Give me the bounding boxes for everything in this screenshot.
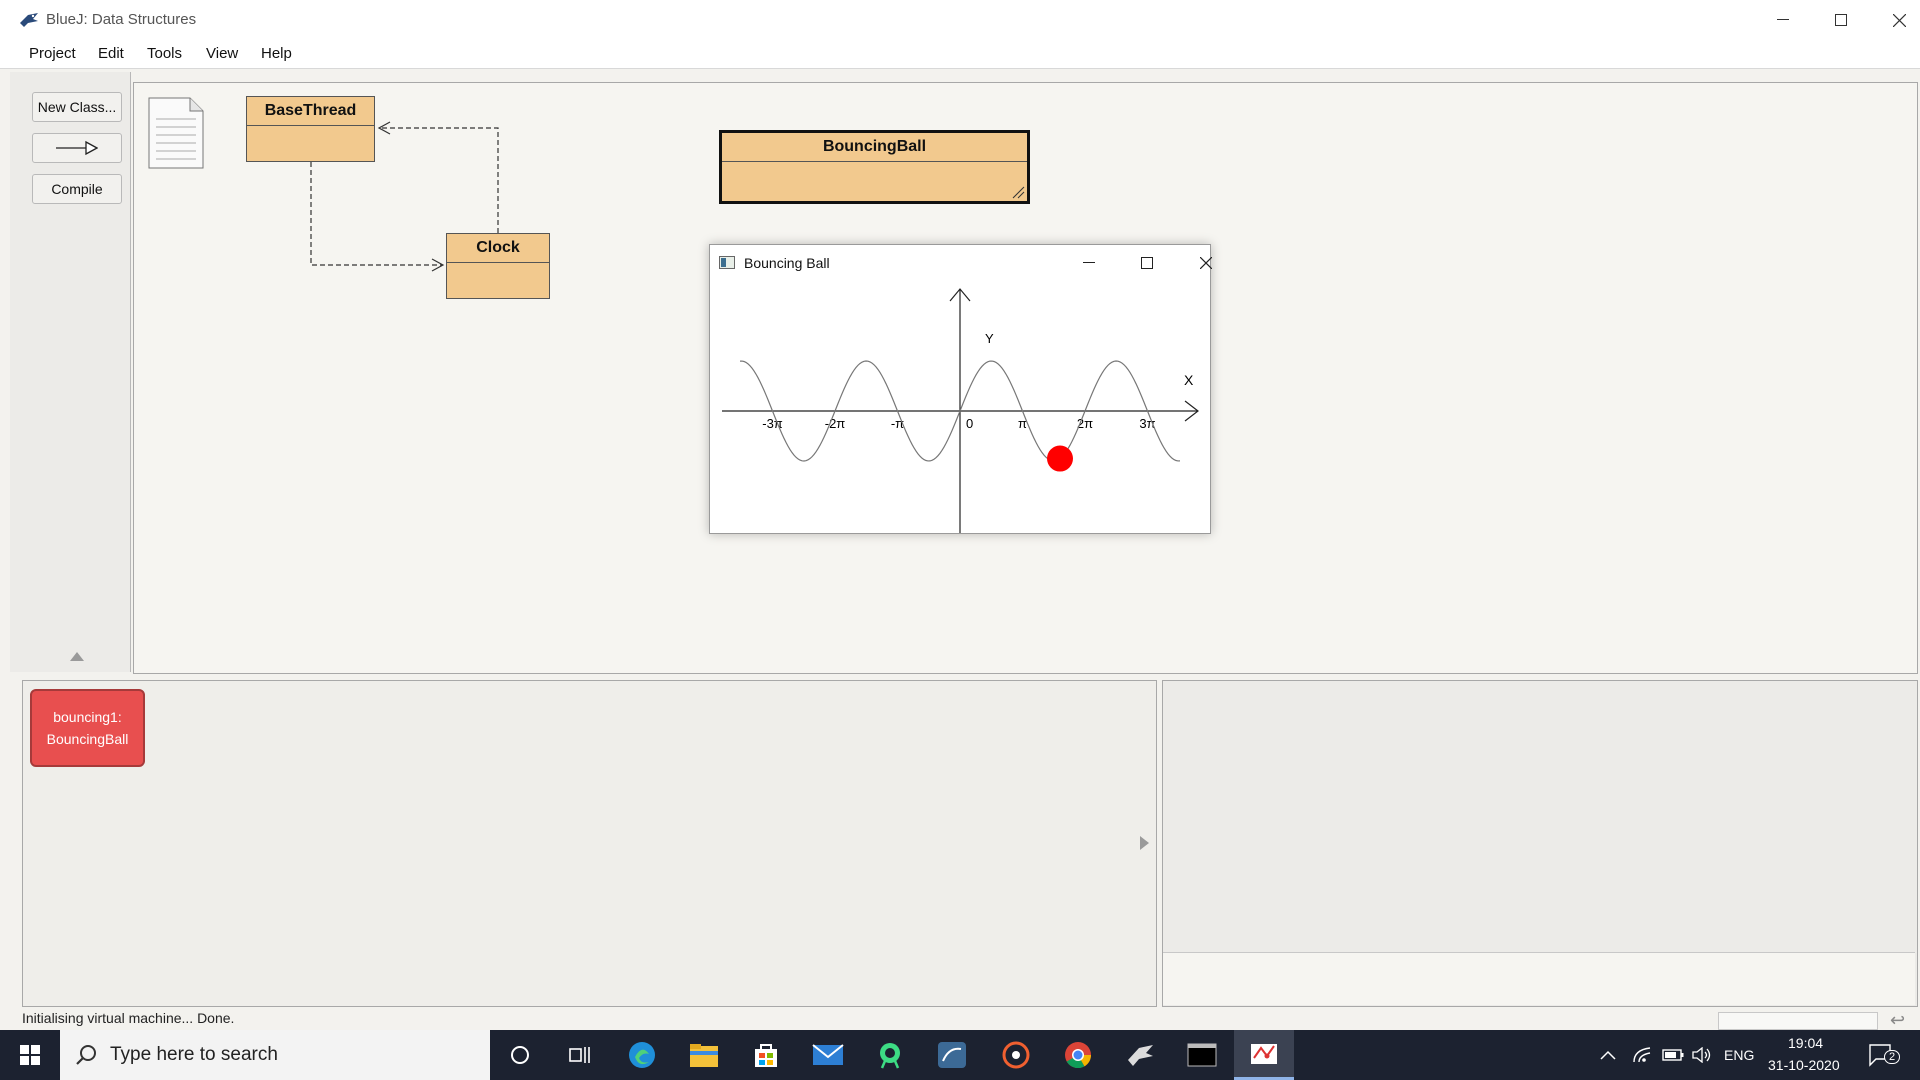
- volume-icon[interactable]: [1692, 1030, 1712, 1080]
- object-bench[interactable]: [22, 680, 1157, 1007]
- bluej-taskbar-icon[interactable]: [1110, 1030, 1170, 1080]
- java-graph-icon: [1251, 1043, 1277, 1064]
- taskbar: Type here to search ENG 19:04 31-10-2020…: [0, 1030, 1920, 1080]
- return-icon[interactable]: ↩: [1890, 1010, 1905, 1031]
- clock-time[interactable]: 19:04: [1788, 1035, 1823, 1051]
- notification-count-badge: 2: [1884, 1050, 1901, 1064]
- clock-date[interactable]: 31-10-2020: [1768, 1057, 1840, 1073]
- window-title: Bouncing Ball: [744, 255, 830, 271]
- store-bag-icon: [755, 1044, 777, 1067]
- task-view-icon[interactable]: [550, 1030, 610, 1080]
- edge-logo-icon: [629, 1042, 655, 1068]
- object-type: BouncingBall: [46, 731, 129, 747]
- windows-icon: [20, 1045, 40, 1065]
- search-box[interactable]: Type here to search: [60, 1030, 490, 1080]
- cortana-icon[interactable]: [490, 1030, 550, 1080]
- class-name: BaseThread: [247, 97, 374, 126]
- terminal-icon[interactable]: [1172, 1030, 1232, 1080]
- search-icon: [76, 1045, 96, 1065]
- console-icon: [1187, 1043, 1217, 1067]
- task-view-glyph-icon: [569, 1047, 590, 1063]
- bluej-bird-icon: [1128, 1045, 1153, 1066]
- x-tick-label: 0: [966, 416, 973, 431]
- groove-disc-icon: [1002, 1041, 1030, 1069]
- edge-icon[interactable]: [612, 1030, 672, 1080]
- java-app-taskbar-icon[interactable]: [1234, 1030, 1294, 1080]
- language-indicator[interactable]: ENG: [1724, 1030, 1754, 1080]
- media-player-icon[interactable]: [986, 1030, 1046, 1080]
- object-bouncing1[interactable]: bouncing1: BouncingBall: [30, 689, 145, 767]
- codepad-input[interactable]: [1163, 952, 1915, 1005]
- class-clock[interactable]: Clock: [446, 233, 550, 299]
- store-icon[interactable]: [736, 1030, 796, 1080]
- chrome-icon[interactable]: [1048, 1030, 1108, 1080]
- x-tick-label: 3π: [1139, 416, 1155, 431]
- envelope-icon: [812, 1044, 844, 1065]
- chrome-logo-icon: [1065, 1042, 1092, 1069]
- mysql-workbench-icon[interactable]: [922, 1030, 982, 1080]
- class-name: BouncingBall: [722, 133, 1027, 162]
- network-icon[interactable]: [1632, 1030, 1652, 1080]
- class-basethread[interactable]: BaseThread: [246, 96, 375, 162]
- battery-icon[interactable]: [1662, 1030, 1684, 1080]
- status-progress-field: [1718, 1012, 1878, 1030]
- object-name: bouncing1:: [53, 709, 122, 725]
- start-button[interactable]: [0, 1030, 60, 1080]
- folder-icon: [690, 1044, 718, 1067]
- expand-right-icon[interactable]: [1140, 836, 1149, 850]
- status-text: Initialising virtual machine... Done.: [22, 1010, 235, 1026]
- workbench-logo-icon: [938, 1042, 966, 1068]
- maximize-button[interactable]: [1125, 251, 1169, 275]
- java-app-icon: [719, 256, 735, 269]
- resize-handle-icon[interactable]: [1011, 185, 1025, 199]
- x-axis-label: X: [1184, 372, 1194, 388]
- y-axis-label: Y: [985, 331, 994, 346]
- close-icon: [1200, 257, 1212, 269]
- maximize-icon: [1141, 257, 1153, 269]
- bouncing-ball: [1047, 445, 1073, 472]
- file-explorer-icon[interactable]: [674, 1030, 734, 1080]
- android-studio-icon[interactable]: [860, 1030, 920, 1080]
- bouncing-ball-window[interactable]: Bouncing Ball Y X -3π -2π -π 0 π 2π 3π: [709, 244, 1212, 534]
- minimize-icon: [1083, 262, 1095, 263]
- sine-plot: Y X -3π -2π -π 0 π 2π 3π: [722, 288, 1199, 533]
- close-button[interactable]: [1184, 251, 1228, 275]
- mail-icon[interactable]: [798, 1030, 858, 1080]
- android-studio-logo-icon: [880, 1043, 900, 1069]
- notification-center-icon[interactable]: 2: [1868, 1030, 1901, 1080]
- search-placeholder: Type here to search: [110, 1044, 278, 1065]
- cortana-circle-icon: [511, 1046, 529, 1064]
- class-bouncingball[interactable]: BouncingBall: [719, 130, 1030, 204]
- class-name: Clock: [447, 234, 549, 263]
- show-hidden-icons-chevron-icon[interactable]: [1600, 1030, 1616, 1080]
- minimize-button[interactable]: [1067, 251, 1111, 275]
